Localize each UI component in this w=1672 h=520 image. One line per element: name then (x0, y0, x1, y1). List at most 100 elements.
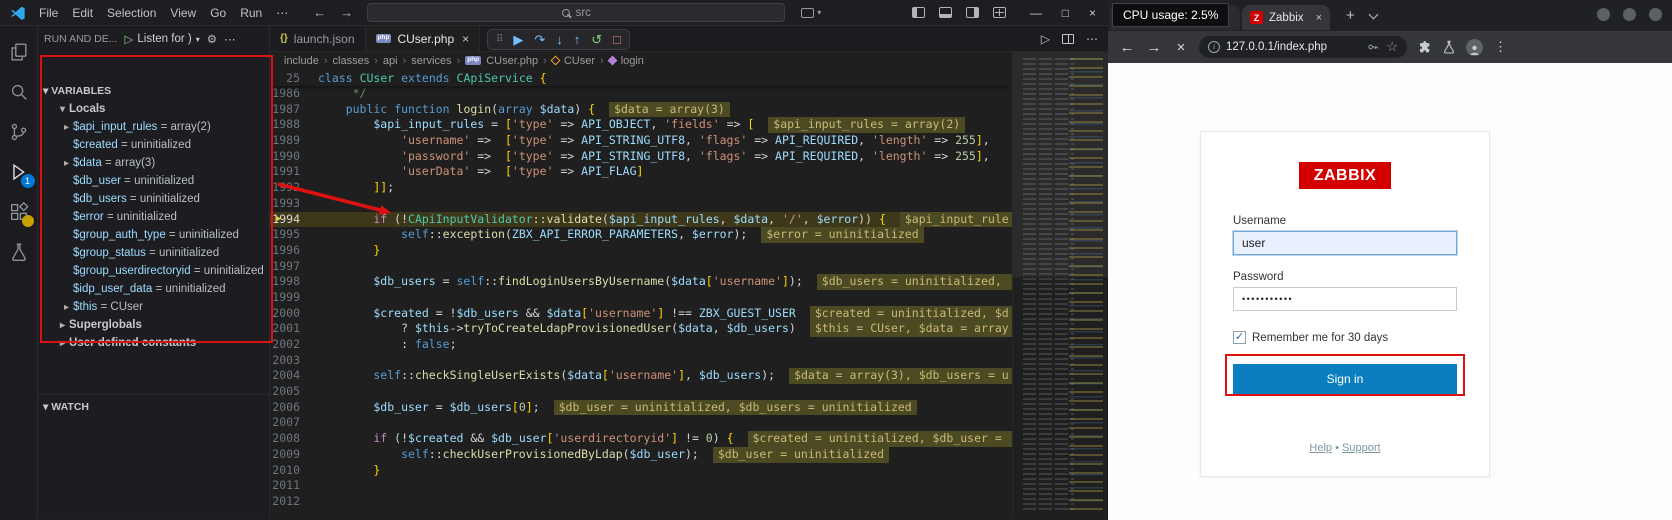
code-line[interactable]: 1998 $db_users = self::findLoginUsersByU… (270, 274, 1012, 290)
run-file-icon[interactable]: ▷ (1041, 32, 1050, 46)
minimap-viewport[interactable] (1013, 52, 1108, 277)
line-number[interactable]: 1986 (270, 86, 318, 102)
variable-row[interactable]: $db_users = uninitialized (38, 190, 269, 208)
password-key-icon[interactable] (1366, 40, 1380, 54)
tab-search-chevron-icon[interactable] (1368, 9, 1379, 20)
code-line[interactable]: 1986 */ (270, 86, 1012, 102)
variable-row[interactable]: $group_auth_type = uninitialized (38, 226, 269, 244)
browser-stop-icon[interactable]: × (1172, 39, 1190, 56)
password-field[interactable] (1233, 287, 1457, 311)
variable-row[interactable]: $created = uninitialized (38, 136, 269, 154)
breadcrumb-classes[interactable]: classes (333, 55, 370, 67)
breadcrumb-include[interactable]: include (284, 55, 319, 67)
code-line[interactable]: 2001 ? $this->tryToCreateLdapProvisioned… (270, 321, 1012, 337)
variable-row[interactable]: $group_status = uninitialized (38, 244, 269, 262)
tab-close-icon[interactable]: × (462, 32, 469, 46)
minimap[interactable] (1012, 52, 1108, 519)
tab-close-icon[interactable]: × (1316, 12, 1322, 24)
debug-more-icon[interactable]: ⋯ (224, 32, 236, 46)
code-line[interactable]: 2005 (270, 384, 1012, 400)
profile-avatar[interactable] (1466, 38, 1483, 56)
line-number[interactable]: 1996 (270, 243, 318, 259)
code-line[interactable]: 2010 } (270, 463, 1012, 479)
line-number[interactable]: 2010 (270, 463, 318, 479)
line-number[interactable]: 1995 (270, 227, 318, 243)
extensions-icon[interactable] (7, 200, 34, 227)
code-line[interactable]: 1991 'userData' => ['type' => API_FLAG] (270, 164, 1012, 180)
line-number[interactable]: 1991 (270, 164, 318, 180)
line-number[interactable]: 2011 (270, 478, 318, 494)
chevron-right-icon[interactable]: ▸ (60, 122, 73, 133)
command-center-search[interactable]: src (367, 3, 786, 22)
code-line[interactable]: 1993 (270, 196, 1012, 212)
line-number[interactable]: 1993 (270, 196, 318, 212)
menu-run[interactable]: Run (233, 6, 269, 20)
code-line[interactable]: 2000 $created = !$db_users && $data['use… (270, 305, 1012, 322)
line-number[interactable]: 2006 (270, 400, 318, 416)
site-info-icon[interactable]: i (1208, 41, 1220, 53)
start-debug-icon[interactable]: ▷ (125, 32, 134, 46)
line-number[interactable]: 2003 (270, 353, 318, 369)
step-into-button[interactable]: ↓ (556, 32, 563, 47)
line-number[interactable]: 2009 (270, 447, 318, 463)
menu-go[interactable]: Go (203, 6, 233, 20)
run-debug-icon[interactable]: 1 (7, 160, 35, 188)
code-line[interactable]: 1987 public function login(array $data) … (270, 101, 1012, 118)
code-line[interactable]: 2003 (270, 353, 1012, 369)
window-minimize-button[interactable]: — (1030, 6, 1042, 20)
browser-menu-icon[interactable]: ⋮ (1492, 39, 1509, 55)
chevron-right-icon[interactable]: ▸ (60, 302, 73, 313)
line-number[interactable]: 2002 (270, 337, 318, 353)
variable-row[interactable]: $idp_user_data = uninitialized (38, 280, 269, 298)
new-tab-button[interactable]: + (1340, 4, 1361, 27)
breadcrumb-api[interactable]: api (383, 55, 398, 67)
line-number[interactable]: 1998 (270, 274, 318, 290)
bookmark-star-icon[interactable]: ☆ (1386, 39, 1398, 55)
stop-button[interactable]: □ (613, 32, 621, 47)
line-number[interactable]: 1988 (270, 117, 318, 133)
testing-beaker-icon[interactable] (7, 240, 31, 264)
code-line[interactable]: 2007 (270, 415, 1012, 431)
restart-button[interactable]: ↺ (591, 32, 602, 48)
breadcrumb-class[interactable]: CUser (564, 55, 595, 67)
browser-back-icon[interactable]: ← (1118, 39, 1136, 56)
code-line[interactable]: 2004 self::checkSingleUserExists($data['… (270, 368, 1012, 385)
scope-superglobals[interactable]: ▸ Superglobals (38, 316, 269, 334)
variable-row[interactable]: ▸ $api_input_rules = array(2) (38, 118, 269, 136)
line-number[interactable]: 2005 (270, 384, 318, 400)
labs-beaker-icon[interactable] (1441, 39, 1457, 55)
toggle-sidebar-icon[interactable] (911, 7, 925, 18)
menu-selection[interactable]: Selection (100, 6, 163, 20)
extensions-puzzle-icon[interactable] (1416, 39, 1432, 55)
code-line[interactable]: 1989 'username' => ['type' => API_STRING… (270, 133, 1012, 149)
search-view-icon[interactable] (7, 80, 31, 104)
code-line[interactable]: 1995 self::exception(ZBX_API_ERROR_PARAM… (270, 227, 1012, 243)
browser-minimize-button[interactable] (1597, 8, 1610, 21)
remember-checkbox[interactable]: ✓ (1233, 331, 1246, 344)
history-back-icon[interactable]: ← (313, 5, 326, 20)
code-line[interactable]: 1996 } (270, 243, 1012, 259)
variables-header[interactable]: ▾ VARIABLES (38, 82, 269, 100)
line-number[interactable]: 2012 (270, 494, 318, 510)
drag-handle-icon[interactable]: ⠿ (496, 34, 503, 45)
menu-edit[interactable]: Edit (65, 6, 100, 20)
browser-forward-icon[interactable]: → (1145, 39, 1163, 56)
debug-gear-icon[interactable]: ⚙ (207, 32, 217, 46)
line-number[interactable]: 1997 (270, 259, 318, 275)
code-line[interactable]: 2012 (270, 494, 1012, 510)
step-out-button[interactable]: ↑ (574, 32, 581, 47)
customize-layout-icon[interactable] (992, 7, 1006, 18)
breadcrumb-file[interactable]: CUser.php (486, 55, 538, 67)
debug-config-dropdown[interactable]: ▷ Listen for ) ▾ (125, 32, 200, 46)
window-close-button[interactable]: × (1089, 6, 1096, 20)
browser-close-button[interactable] (1649, 8, 1662, 21)
window-maximize-button[interactable]: □ (1062, 6, 1069, 20)
line-number[interactable]: 2004 (270, 368, 318, 384)
menu-overflow[interactable]: ⋯ (269, 6, 295, 20)
explorer-icon[interactable] (7, 40, 31, 64)
step-over-button[interactable]: ↷ (534, 32, 545, 48)
code-line[interactable]: 1997 (270, 259, 1012, 275)
code-editor[interactable]: 1986 */1987 public function login(array … (270, 86, 1012, 519)
menu-view[interactable]: View (163, 6, 203, 20)
browser-tab-zabbix[interactable]: Z Zabbix × (1242, 5, 1330, 30)
